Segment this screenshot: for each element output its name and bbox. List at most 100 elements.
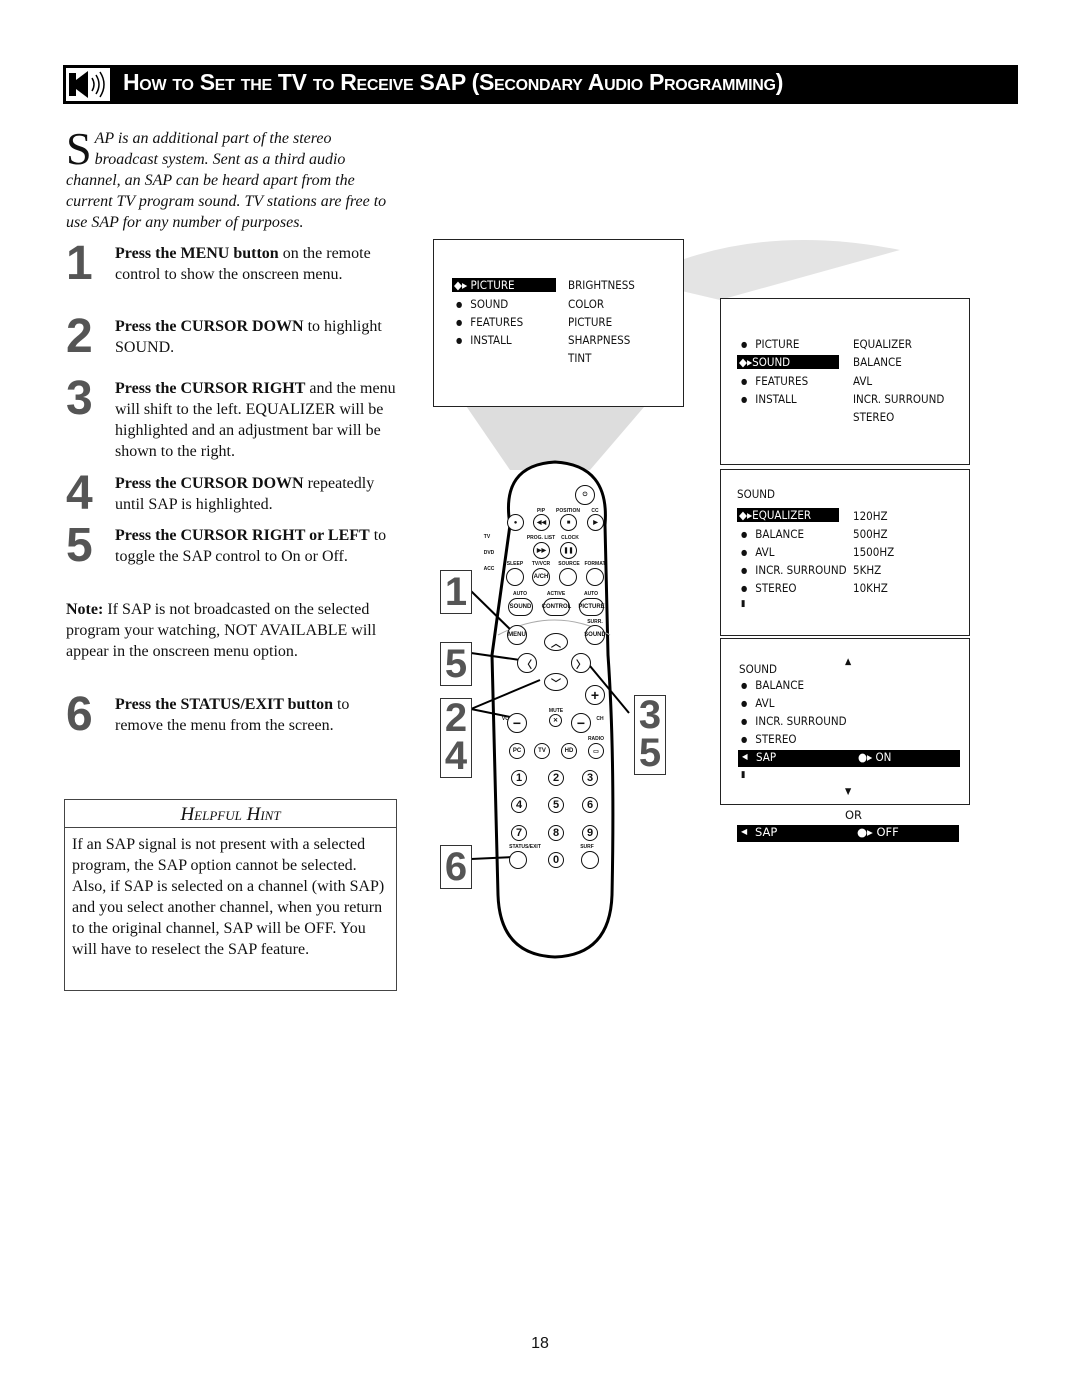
pc-button[interactable]: PC: [509, 743, 525, 759]
label-auto: AUTO: [583, 591, 599, 597]
digit-6-button[interactable]: 6: [582, 797, 598, 813]
radio-button[interactable]: ▭: [588, 743, 604, 759]
digit-8-button[interactable]: 8: [548, 825, 564, 841]
digit-5-button[interactable]: 5: [548, 797, 564, 813]
submenu-item: SHARPNESS: [568, 333, 631, 347]
submenu-item: BRIGHTNESS: [568, 278, 635, 292]
scroll-down-icon: ▼: [845, 787, 852, 797]
step-5: 5 Press the CURSOR RIGHT or LEFT to toggl…: [66, 521, 398, 571]
digit-7-button[interactable]: 7: [511, 825, 527, 841]
step-action: Press the STATUS/EXIT button: [115, 696, 333, 713]
label-ch: CH: [596, 716, 604, 722]
or-label: OR: [845, 808, 863, 822]
channel-up-button[interactable]: +: [585, 685, 605, 705]
sap-off-row: ◀ SAP ●▸ OFF: [737, 825, 959, 842]
channel-down-button[interactable]: −: [571, 713, 591, 733]
menu-item-picture: PICTURE: [741, 337, 799, 351]
step-3: 3 Press the CURSOR RIGHT and the menu wil…: [66, 374, 398, 462]
hd-button[interactable]: HD: [561, 743, 577, 759]
menu-title: SOUND: [739, 662, 777, 676]
menu-item-features: FEATURES: [741, 374, 808, 388]
auto-picture-button[interactable]: PICTURE: [578, 598, 605, 616]
eq-value: 1500HZ: [853, 545, 895, 559]
submenu-item: BALANCE: [853, 355, 902, 369]
menu-item: INCR. SURROUND: [741, 563, 846, 577]
digit-3-button[interactable]: 3: [582, 770, 598, 786]
label-prog-list: PROG. LIST: [526, 535, 556, 541]
onscreen-menu-main: ◆▸ PICTURE SOUND FEATURES INSTALL BRIGHT…: [433, 239, 684, 407]
step-action: Press the MENU button: [115, 245, 279, 262]
step-number: 6: [66, 688, 93, 741]
step-number: 1: [66, 237, 93, 290]
submenu-item: TINT: [568, 351, 592, 365]
scroll-up-icon: ▲: [845, 657, 852, 667]
pause-button[interactable]: ❚❚: [560, 542, 577, 559]
active-control-button[interactable]: CONTROL: [542, 598, 571, 616]
label-format: FORMAT: [584, 561, 606, 567]
label-acc: ACC: [483, 566, 495, 572]
menu-item: STEREO: [741, 581, 796, 595]
menu-item-install: INSTALL: [456, 333, 511, 347]
label-active: ACTIVE: [546, 591, 566, 597]
manual-page: How to Set the TV to Receive SAP (Second…: [0, 0, 1080, 1397]
step-action: Press the CURSOR DOWN: [115, 318, 304, 335]
format-button[interactable]: [586, 568, 604, 586]
cursor-down-button[interactable]: ﹀: [544, 673, 568, 691]
power-button[interactable]: ⏻: [575, 485, 595, 505]
eq-value: 120HZ: [853, 509, 888, 523]
auto-sound-button[interactable]: SOUND: [508, 598, 533, 616]
note: Note: If SAP is not broadcasted on the s…: [66, 599, 396, 662]
digit-4-button[interactable]: 4: [511, 797, 527, 813]
label-source: SOURCE: [558, 561, 580, 567]
label-status-exit: STATUS/EXIT: [509, 844, 541, 850]
surround-sound-button[interactable]: SOUND: [584, 625, 606, 645]
helpful-hint-box: Helpful Hint If an SAP signal is not pre…: [64, 799, 397, 991]
callout-step-5: 5: [440, 642, 472, 686]
intro-paragraph: S AP is an additional part of the stereo …: [66, 126, 396, 233]
cursor-right-button[interactable]: 〉: [571, 653, 591, 673]
mute-button[interactable]: ✕: [549, 714, 562, 727]
step-1: 1 Press the MENU button on the remote con…: [66, 239, 398, 289]
record-button[interactable]: ●: [507, 514, 524, 531]
digit-0-button[interactable]: 0: [548, 852, 564, 868]
tv-button[interactable]: TV: [534, 743, 550, 759]
more-icon: ▮: [741, 599, 746, 609]
cursor-left-button[interactable]: 〈: [517, 653, 537, 673]
intro-text: AP is an additional part of the stereo b…: [66, 130, 387, 231]
callout-step-6: 6: [440, 845, 472, 889]
submenu-item: AVL: [853, 374, 873, 388]
cursor-up-button[interactable]: ︿: [544, 633, 568, 651]
status-exit-button[interactable]: [509, 851, 527, 869]
volume-down-button[interactable]: −: [507, 713, 527, 733]
ach-button[interactable]: A/CH: [532, 568, 550, 586]
callout-step-3-5: 3 5: [634, 695, 666, 775]
menu-item: STEREO: [741, 732, 796, 746]
callout-step-2-4: 2 4: [440, 698, 472, 778]
menu-item: INCR. SURROUND: [741, 714, 846, 728]
label-radio: RADIO: [587, 736, 605, 742]
step-number: 2: [66, 310, 93, 363]
rewind-button[interactable]: ◀◀: [533, 514, 550, 531]
menu-item: AVL: [741, 696, 774, 710]
onscreen-menu-equalizer: SOUND ◆▸EQUALIZER BALANCE AVL INCR. SURR…: [720, 469, 970, 636]
digit-2-button[interactable]: 2: [548, 770, 564, 786]
menu-button[interactable]: MENU: [507, 625, 527, 645]
callout-step-1: 1: [440, 570, 472, 614]
menu-item-sound-highlighted: ◆▸SOUND: [737, 355, 839, 369]
source-button[interactable]: [559, 568, 577, 586]
step-action: Press the CURSOR RIGHT: [115, 380, 306, 397]
speaker-icon: [65, 67, 111, 102]
digit-9-button[interactable]: 9: [582, 825, 598, 841]
fast-forward-button[interactable]: ▶▶: [533, 542, 550, 559]
submenu-item: STEREO: [853, 410, 895, 424]
menu-item-sound: SOUND: [456, 297, 508, 311]
digit-1-button[interactable]: 1: [511, 770, 527, 786]
label-tv: TV: [483, 534, 491, 540]
submenu-item: PICTURE: [568, 315, 613, 329]
sleep-button[interactable]: [506, 568, 524, 586]
surf-button[interactable]: [581, 851, 599, 869]
play-button[interactable]: ▶: [587, 514, 604, 531]
step-action: Press the CURSOR DOWN: [115, 475, 304, 492]
submenu-item: EQUALIZER: [853, 337, 912, 351]
stop-button[interactable]: ■: [560, 514, 577, 531]
